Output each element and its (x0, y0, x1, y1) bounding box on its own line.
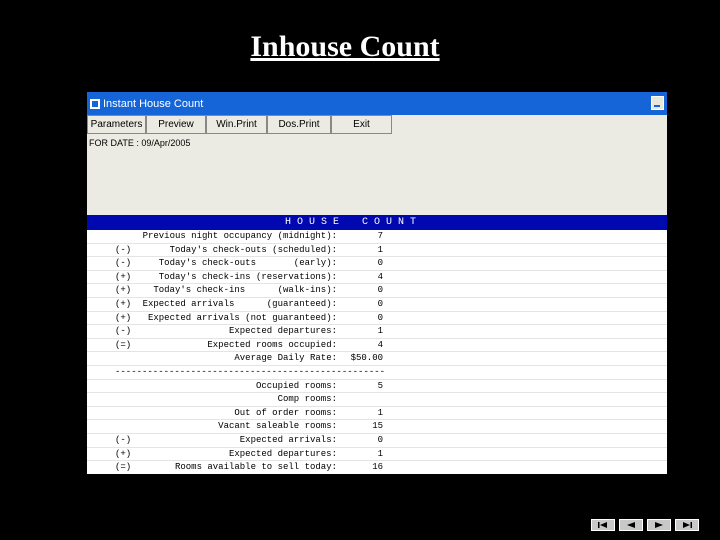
row-sign: (+) (115, 271, 132, 282)
row-label: Expected arrivals (not guaranteed): (147, 312, 337, 323)
table-row: Occupied rooms: 5 (87, 380, 667, 394)
win-print-button[interactable]: Win.Print (206, 115, 267, 134)
row-value: 0 (377, 285, 383, 296)
toolbar: Parameters Preview Win.Print Dos.Print E… (87, 115, 667, 134)
row-sign: (+) (115, 298, 132, 309)
row-label: Today's check-ins (reservations): (158, 271, 337, 282)
row-label: Expected rooms occupied: (207, 339, 337, 350)
row-value: 1 (377, 326, 383, 337)
row-label: Average Daily Rate: (234, 353, 337, 364)
last-slide-icon[interactable] (675, 519, 699, 531)
row-sign: (-) (115, 326, 132, 337)
maximize-icon[interactable] (651, 96, 664, 110)
row-sign: (-) (115, 244, 132, 255)
table-row: (+) Expected arrivals (guaranteed): 0 (87, 298, 667, 312)
table-row: (-) Expected departures: 1 (87, 325, 667, 339)
row-value: 7 (377, 231, 383, 241)
row-label: Comp rooms: (277, 394, 337, 405)
previous-slide-icon[interactable] (619, 519, 643, 531)
table-row: (-) Expected arrivals: 0 (87, 434, 667, 448)
table-row: (-) Today's check-outs (scheduled): 1 (87, 244, 667, 258)
row-sign: (-) (115, 258, 132, 269)
row-label: Out of order rooms: (234, 407, 337, 418)
first-slide-icon[interactable] (591, 519, 615, 531)
for-date-label: FOR DATE : 09/Apr/2005 (89, 138, 191, 148)
row-value: 1 (377, 448, 383, 459)
slide-title: Inhouse Count (250, 30, 440, 63)
row-label: Rooms available to sell today: (174, 462, 337, 473)
report-rows: Previous night occupancy (midnight): 7 (-)… (87, 230, 667, 474)
row-label: Today's check-ins (walk-ins): (153, 285, 337, 296)
table-row: Average Daily Rate: $50.00 (87, 352, 667, 366)
row-label: Occupied rooms: (255, 380, 337, 391)
window-titlebar[interactable]: Instant House Count (87, 92, 667, 115)
row-label: Today's check-outs (early): (158, 258, 337, 269)
window-title: Instant House Count (103, 97, 204, 110)
row-value: 1 (377, 244, 383, 255)
header-count: C O U N T (362, 217, 417, 228)
dash-line: ----------------------------------------… (115, 366, 386, 377)
row-sign: (=) (115, 462, 132, 473)
row-sign: (-) (115, 434, 132, 445)
table-row: (=) Rooms available to sell today: 16 (87, 461, 667, 474)
table-row: (+) Today's check-ins (walk-ins): 0 (87, 284, 667, 298)
table-row: Out of order rooms: 1 (87, 407, 667, 421)
row-value: 5 (377, 380, 383, 391)
row-value: 0 (377, 258, 383, 269)
dos-print-button[interactable]: Dos.Print (267, 115, 331, 134)
exit-button[interactable]: Exit (331, 115, 392, 134)
parameters-button[interactable]: Parameters (87, 115, 146, 134)
row-label: Expected arrivals (guaranteed): (142, 298, 337, 309)
row-value: 1 (377, 407, 383, 418)
row-label: Today's check-outs (scheduled): (169, 244, 337, 255)
next-slide-icon[interactable] (647, 519, 671, 531)
header-house: H O U S E (285, 217, 340, 228)
toolbar-area: Parameters Preview Win.Print Dos.Print E… (87, 115, 667, 215)
row-value: 16 (372, 462, 383, 473)
house-count-window: Instant House Count Parameters Preview W… (87, 92, 667, 474)
row-value: 4 (377, 339, 383, 350)
row-value: $50.00 (350, 353, 383, 364)
table-row: Previous night occupancy (midnight): 7 (87, 230, 667, 244)
row-sign: (+) (115, 285, 132, 296)
slide-nav (591, 519, 699, 531)
row-label: Vacant saleable rooms: (218, 421, 337, 432)
row-label: Expected departures: (228, 448, 337, 459)
row-value: 0 (377, 312, 383, 323)
report-header: H O U S E C O U N T (87, 215, 667, 230)
table-row: Comp rooms: (87, 393, 667, 407)
table-row: (=) Expected rooms occupied: 4 (87, 339, 667, 353)
row-value: 4 (377, 271, 383, 282)
table-row: (+) Today's check-ins (reservations): 4 (87, 271, 667, 285)
row-sign: (+) (115, 448, 132, 459)
row-sign: (+) (115, 312, 132, 323)
row-label: Previous night occupancy (midnight): (142, 231, 337, 241)
table-row: ----------------------------------------… (87, 366, 667, 380)
preview-button[interactable]: Preview (146, 115, 206, 134)
row-label: Expected arrivals: (239, 434, 337, 445)
row-label: Expected departures: (228, 326, 337, 337)
row-value: 0 (377, 298, 383, 309)
app-icon (90, 98, 100, 109)
row-sign: (=) (115, 339, 132, 350)
table-row: (+) Expected arrivals (not guaranteed): 0 (87, 312, 667, 326)
table-row: (+) Expected departures: 1 (87, 448, 667, 462)
row-value: 15 (372, 421, 383, 432)
table-row: (-) Today's check-outs (early): 0 (87, 257, 667, 271)
row-value: 0 (377, 434, 383, 445)
table-row: Vacant saleable rooms: 15 (87, 420, 667, 434)
